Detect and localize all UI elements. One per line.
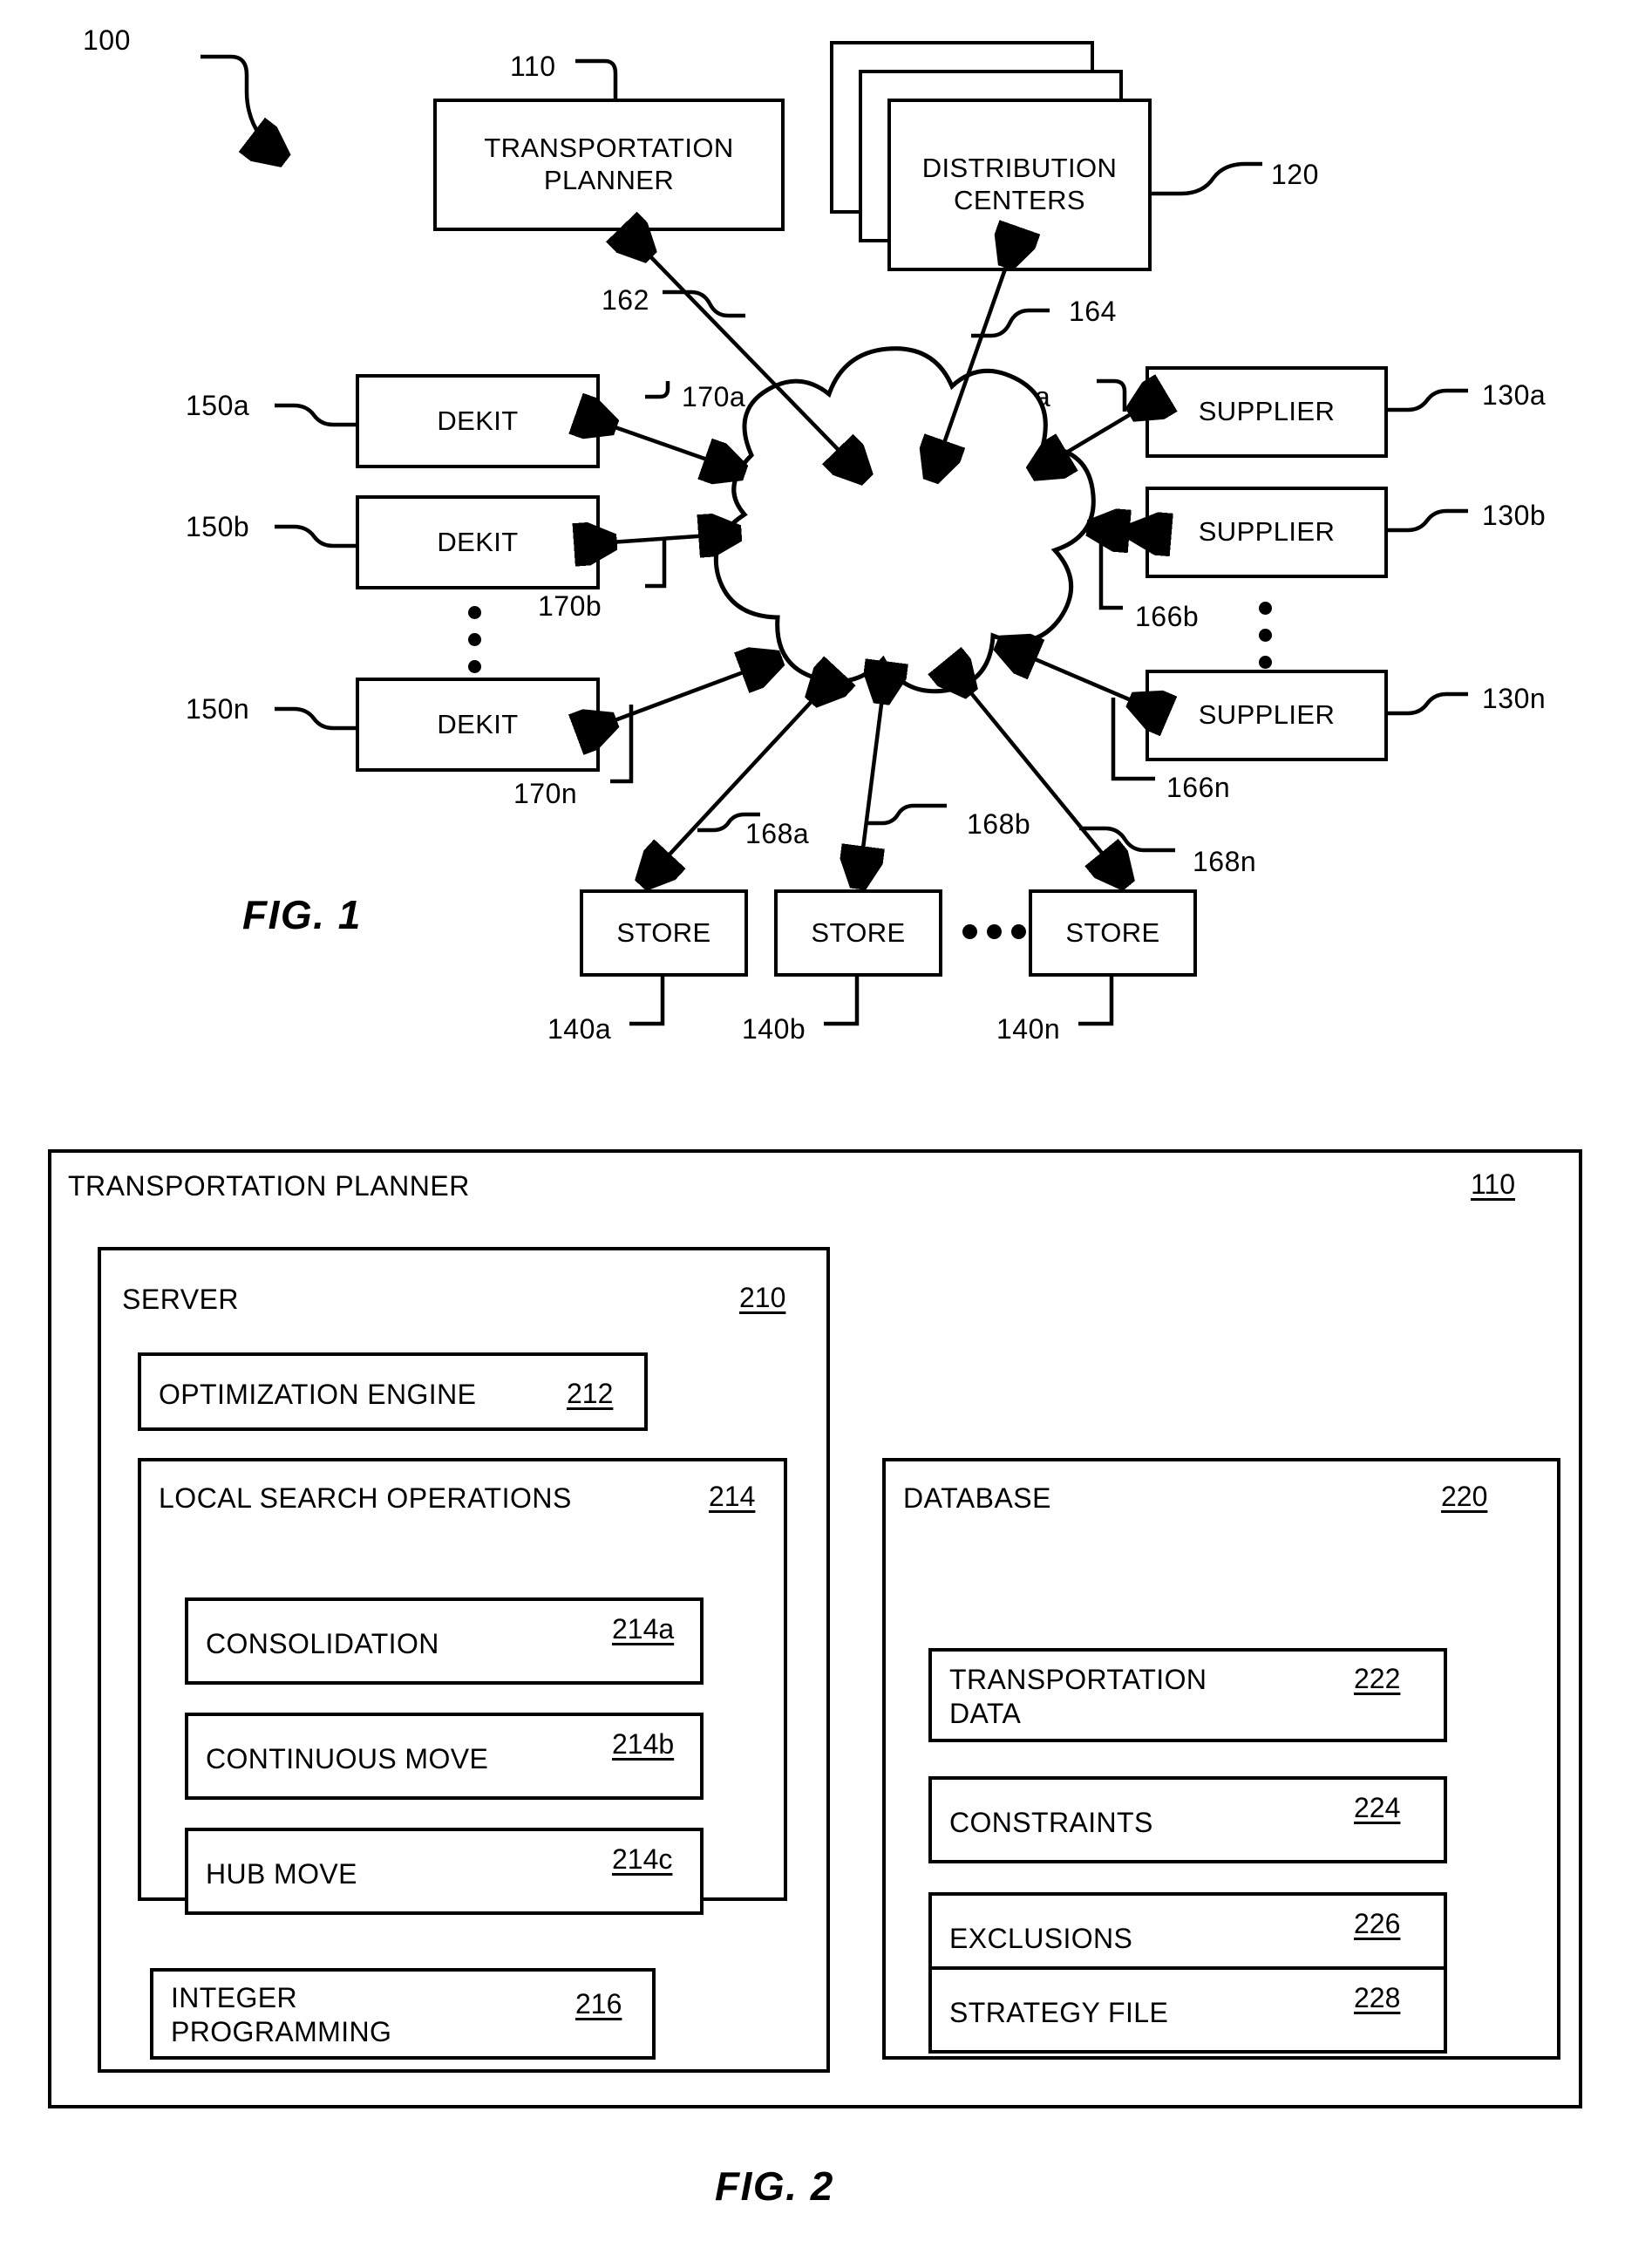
local-search-operations-ref: 214 <box>709 1481 756 1512</box>
supplier-label-n: SUPPLIER <box>1198 699 1336 731</box>
supplier-box-n: SUPPLIER <box>1146 670 1388 761</box>
store-box-b: STORE <box>774 889 942 977</box>
continuous-move-label: CONTINUOUS MOVE <box>206 1743 489 1774</box>
ref-store-140n: 140n <box>996 1013 1061 1045</box>
supplier-box-a: SUPPLIER <box>1146 366 1388 458</box>
ref-link-170b: 170b <box>538 590 602 622</box>
ref-store-140a: 140a <box>547 1013 612 1045</box>
ref-link-168n: 168n <box>1193 846 1257 877</box>
ref-link-168b: 168b <box>967 808 1031 840</box>
dekit-box-b: DEKIT <box>356 495 600 589</box>
supplier-label-b: SUPPLIER <box>1198 516 1336 548</box>
optimization-engine-ref: 212 <box>567 1378 614 1409</box>
supplier-ellipsis <box>1259 602 1272 669</box>
transportation-planner-label: TRANSPORTATION PLANNER <box>484 133 734 195</box>
distribution-centers-box: DISTRIBUTION CENTERS <box>887 99 1152 271</box>
dekit-box-n: DEKIT <box>356 678 600 772</box>
ref-link-170a: 170a <box>682 381 746 412</box>
supplier-label-a: SUPPLIER <box>1198 396 1336 427</box>
dekit-label-n: DEKIT <box>437 708 519 739</box>
continuous-move-ref: 214b <box>612 1728 675 1760</box>
store-ellipsis <box>962 924 1026 939</box>
ref-transportation-planner-110: 110 <box>510 51 556 82</box>
ref-dekit-150n: 150n <box>186 693 250 725</box>
network-label: NETWORK <box>796 513 948 545</box>
figure-2-caption: FIG. 2 <box>715 2163 834 2209</box>
network-cloud-label-group: NETWORK 160 <box>706 513 1037 584</box>
optimization-engine-label: OPTIMIZATION ENGINE <box>159 1379 477 1410</box>
ref-network-160: 160 <box>847 551 896 583</box>
distribution-centers-label: DISTRIBUTION CENTERS <box>921 153 1118 215</box>
store-label-n: STORE <box>1065 916 1160 948</box>
database-title: DATABASE <box>903 1482 1051 1514</box>
ref-link-166n: 166n <box>1166 772 1231 803</box>
integer-programming-label: INTEGER PROGRAMMING <box>171 1982 392 2048</box>
store-box-a: STORE <box>580 889 748 977</box>
fig2-server-title: SERVER <box>122 1284 240 1315</box>
dekit-label-a: DEKIT <box>437 405 519 436</box>
ref-store-140b: 140b <box>742 1013 806 1045</box>
dekit-label-b: DEKIT <box>437 526 519 557</box>
consolidation-label: CONSOLIDATION <box>206 1628 439 1659</box>
fig2-ref-110: 110 <box>1471 1168 1516 1200</box>
exclusions-label: EXCLUSIONS <box>949 1923 1133 1954</box>
transportation-data-label: TRANSPORTATION DATA <box>949 1664 1207 1730</box>
supplier-box-b: SUPPLIER <box>1146 487 1388 578</box>
ref-link-164: 164 <box>1069 296 1117 327</box>
ref-link-168a: 168a <box>745 818 810 849</box>
ref-supplier-130b: 130b <box>1482 500 1547 531</box>
ref-link-162: 162 <box>602 284 649 316</box>
fig2-transportation-planner-title: TRANSPORTATION PLANNER <box>68 1170 470 1202</box>
exclusions-ref: 226 <box>1354 1908 1401 1939</box>
store-label-a: STORE <box>616 916 711 948</box>
ref-link-166a: 166a <box>987 381 1051 412</box>
figure-1-caption: FIG. 1 <box>242 892 362 937</box>
constraints-label: CONSTRAINTS <box>949 1807 1153 1838</box>
ref-distribution-centers-120: 120 <box>1271 159 1319 190</box>
ref-supplier-130a: 130a <box>1482 379 1547 411</box>
dekit-box-a: DEKIT <box>356 374 600 468</box>
hub-move-label: HUB MOVE <box>206 1858 357 1890</box>
fig2-ref-210: 210 <box>739 1282 786 1313</box>
ref-dekit-150b: 150b <box>186 511 250 542</box>
hub-move-ref: 214c <box>612 1843 673 1875</box>
local-search-operations-title: LOCAL SEARCH OPERATIONS <box>159 1482 572 1514</box>
ref-supplier-130n: 130n <box>1482 683 1547 714</box>
dekit-ellipsis <box>468 606 481 673</box>
integer-programming-ref: 216 <box>575 1988 622 2020</box>
ref-link-166b: 166b <box>1135 601 1200 632</box>
strategy-file-label: STRATEGY FILE <box>949 1997 1169 2028</box>
ref-system-100: 100 <box>83 24 131 56</box>
database-ref: 220 <box>1441 1481 1488 1512</box>
store-box-n: STORE <box>1029 889 1197 977</box>
strategy-file-ref: 228 <box>1354 1982 1401 2013</box>
ref-link-170n: 170n <box>513 778 578 809</box>
patent-figure-sheet: 100 TRANSPORTATION PLANNER 110 DISTRIBUT… <box>0 0 1652 2241</box>
constraints-ref: 224 <box>1354 1792 1401 1823</box>
consolidation-ref: 214a <box>612 1613 675 1645</box>
transportation-data-ref: 222 <box>1354 1663 1401 1694</box>
store-label-b: STORE <box>811 916 906 948</box>
ref-dekit-150a: 150a <box>186 390 250 421</box>
transportation-planner-box: TRANSPORTATION PLANNER <box>433 99 785 231</box>
